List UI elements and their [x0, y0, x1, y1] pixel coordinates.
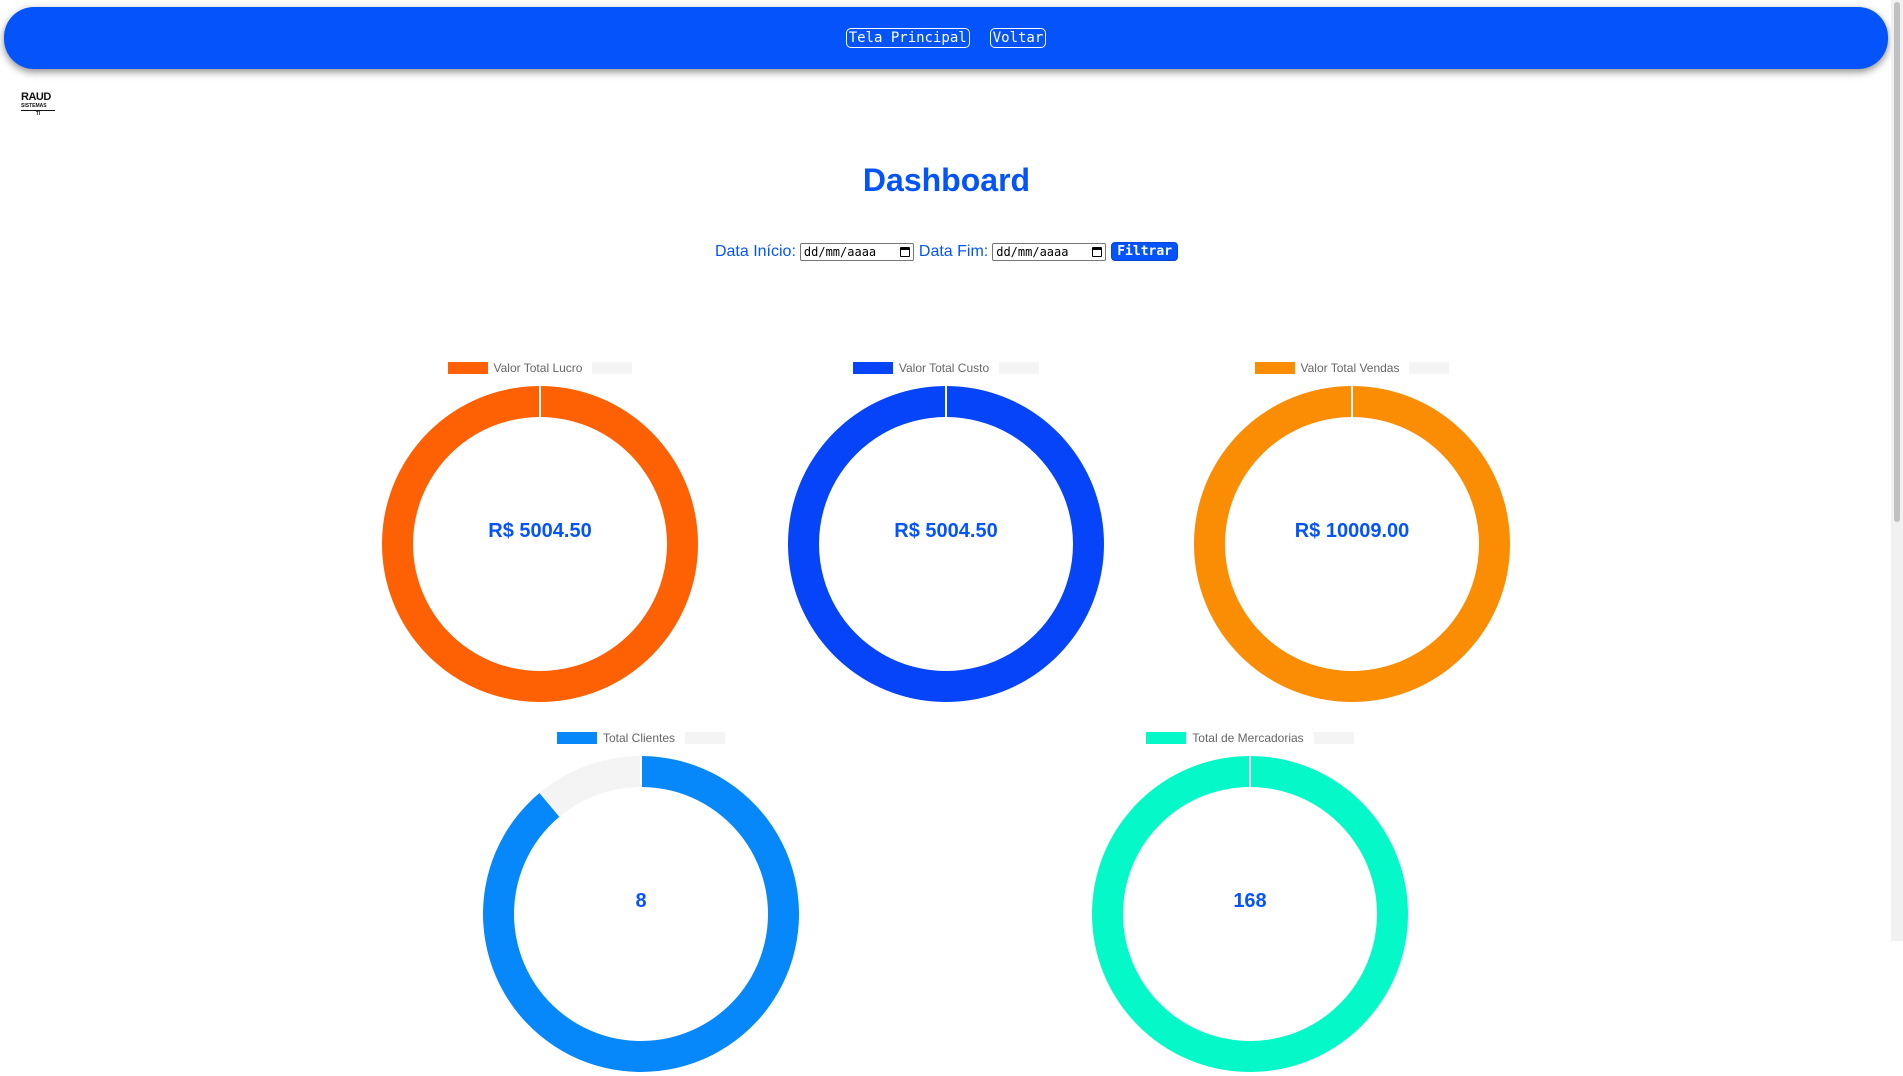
start-date-label: Data Início:: [714, 242, 796, 260]
home-button[interactable]: Tela Principal: [845, 28, 970, 48]
end-date-label: Data Fim:: [918, 242, 989, 260]
chart-center-value: R$ 5004.50: [488, 520, 592, 542]
doughnut-slice[interactable]: [1193, 386, 1510, 702]
chart-center-value: R$ 5004.50: [894, 520, 998, 542]
doughnut-slice[interactable]: [787, 386, 1104, 702]
chart-center-value: R$ 10009.00: [1294, 520, 1410, 542]
chart-valor-total-custo: Valor Total Custo R$ 5004.50: [784, 360, 1108, 706]
doughnut-slice[interactable]: [381, 386, 698, 702]
chart-total-clientes: Total Clientes 8: [479, 730, 803, 1076]
chart-valor-total-vendas: Valor Total Vendas R$ 10009.00: [1190, 360, 1514, 706]
chart-valor-total-lucro: Valor Total Lucro R$ 5004.50: [378, 360, 702, 706]
start-date-input[interactable]: dd/mm/aaaa: [799, 242, 914, 261]
calendar-icon[interactable]: [899, 246, 910, 257]
top-nav-bar: Tela Principal Voltar: [4, 7, 1888, 69]
scrollbar-thumb[interactable]: [1894, 2, 1900, 522]
date-filter-form: Data Início: dd/mm/aaaa Data Fim: dd/mm/…: [0, 242, 1893, 261]
end-date-input[interactable]: dd/mm/aaaa: [992, 242, 1107, 261]
back-button[interactable]: Voltar: [989, 28, 1047, 48]
page-title: Dashboard: [862, 162, 1031, 198]
chart-center-value: 8: [635, 890, 647, 912]
filter-button[interactable]: Filtrar: [1111, 242, 1179, 261]
company-logo: RAUD SISTEMAS TI: [21, 92, 57, 118]
vertical-scrollbar[interactable]: [1891, 0, 1903, 941]
doughnut-slice[interactable]: [1091, 756, 1408, 1072]
chart-total-mercadorias: Total de Mercadorias 168: [1088, 730, 1412, 1076]
doughnut-slice[interactable]: [482, 756, 799, 1072]
calendar-icon[interactable]: [1092, 246, 1103, 257]
doughnut-slice[interactable]: [539, 756, 641, 817]
chart-center-value: 168: [1233, 890, 1267, 912]
